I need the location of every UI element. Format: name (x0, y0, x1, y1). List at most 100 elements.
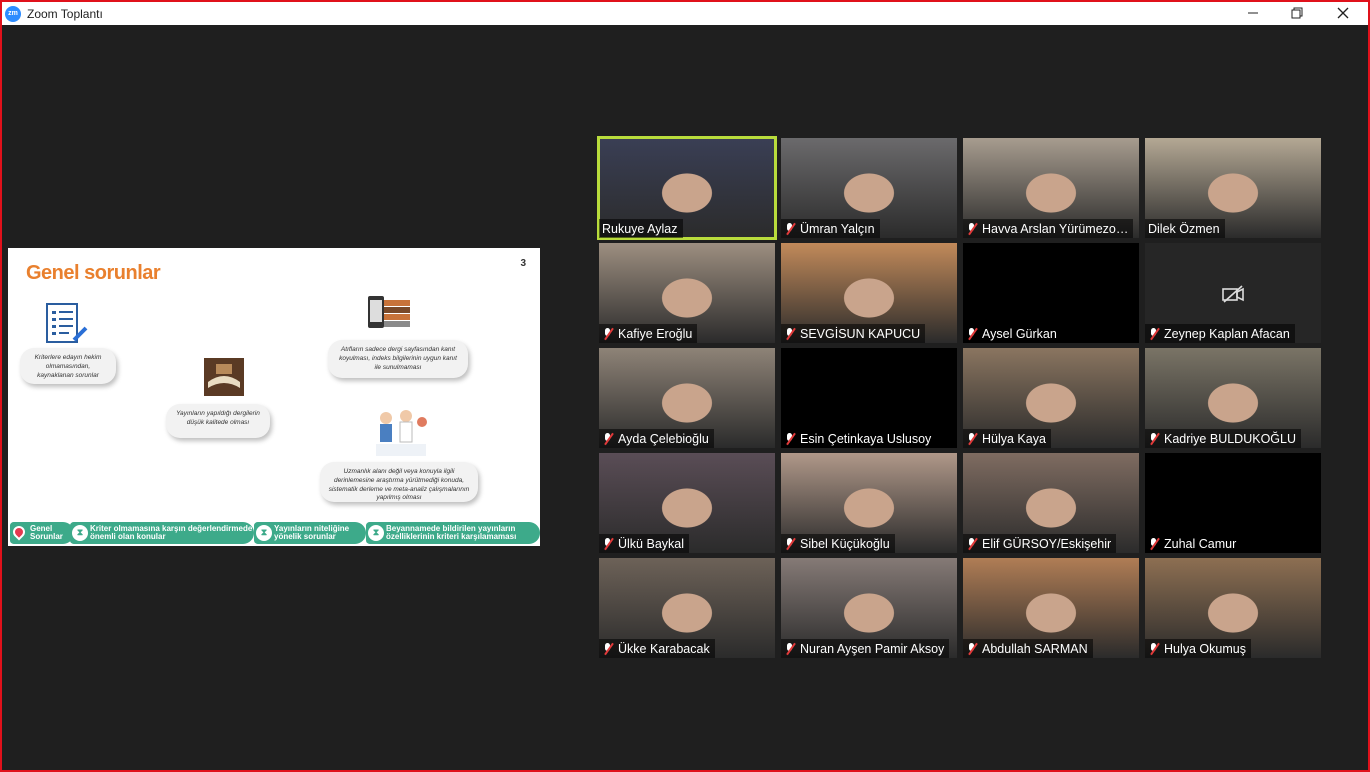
bubble-citations: Atıfların sadece dergi sayfasından kanıt… (328, 340, 468, 378)
muted-mic-icon (602, 432, 614, 445)
participant-tile[interactable]: Nuran Ayşen Pamir Aksoy (781, 558, 957, 658)
participant-name: Hulya Okumuş (1145, 639, 1251, 658)
participant-tile[interactable]: Zeynep Kaplan Afacan (1145, 243, 1321, 343)
participant-tile[interactable]: Ümran Yalçın (781, 138, 957, 238)
participant-tile[interactable]: Hulya Okumuş (1145, 558, 1321, 658)
participant-name: Ümran Yalçın (781, 219, 880, 238)
participant-name: Ükke Karabacak (599, 639, 715, 658)
participant-tile[interactable]: Aysel Gürkan (963, 243, 1139, 343)
participant-name: Rukuye Aylaz (599, 219, 683, 238)
participant-name-text: Havva Arslan Yürümezo… (982, 221, 1129, 236)
footer-chip-criteria: ⧗ Kriter olmamasına karşın değerlendirme… (70, 522, 254, 544)
participant-name-text: Kadriye BULDUKOĞLU (1164, 431, 1296, 446)
muted-mic-icon (966, 222, 978, 235)
participant-name: SEVGİSUN KAPUCU (781, 324, 926, 343)
participant-name-text: Ükke Karabacak (618, 641, 710, 656)
participant-tile[interactable]: Ülkü Baykal (599, 453, 775, 553)
bubble-expertise: Uzmanlık alanı değil veya konuyla ilgili… (320, 462, 478, 502)
participant-name-text: Zeynep Kaplan Afacan (1164, 326, 1290, 341)
muted-mic-icon (784, 432, 796, 445)
books-phone-icon (368, 296, 410, 328)
minimize-button[interactable] (1230, 2, 1276, 24)
participant-name: Elif GÜRSOY/Eskişehir (963, 534, 1117, 553)
muted-mic-icon (966, 432, 978, 445)
participant-name-text: Nuran Ayşen Pamir Aksoy (800, 641, 945, 656)
participant-tile[interactable]: Abdullah SARMAN (963, 558, 1139, 658)
participant-name: Kadriye BULDUKOĞLU (1145, 429, 1301, 448)
participant-name: Sibel Küçükoğlu (781, 534, 895, 553)
muted-mic-icon (966, 327, 978, 340)
participant-name-text: Aysel Gürkan (982, 326, 1057, 341)
close-icon (1337, 7, 1349, 19)
participant-name: Zeynep Kaplan Afacan (1145, 324, 1295, 343)
slide-footer: Genel Sorunlar ⧗ Kriter olmamasına karşı… (8, 520, 540, 546)
participant-tile[interactable]: Havva Arslan Yürümezo… (963, 138, 1139, 238)
participant-tile[interactable]: Ükke Karabacak (599, 558, 775, 658)
participant-name-text: Kafiye Eroğlu (618, 326, 693, 341)
participant-tile[interactable]: Kafiye Eroğlu (599, 243, 775, 343)
muted-mic-icon (1148, 327, 1160, 340)
participant-tile[interactable]: Kadriye BULDUKOĞLU (1145, 348, 1321, 448)
slide-page-number: 3 (520, 258, 526, 269)
location-pin-icon (10, 523, 28, 541)
footer-chip-quality: ⧗ Yayınların niteliğine yönelik sorunlar (254, 522, 366, 544)
participant-name: Kafiye Eroğlu (599, 324, 698, 343)
participant-name-text: Ümran Yalçın (800, 221, 875, 236)
slide-title: Genel sorunlar (26, 262, 161, 284)
participant-name: Zuhal Camur (1145, 534, 1242, 553)
video-off-icon (1222, 285, 1244, 303)
muted-mic-icon (1148, 642, 1160, 655)
participant-tile[interactable]: Elif GÜRSOY/Eskişehir (963, 453, 1139, 553)
participant-name-text: Zuhal Camur (1164, 536, 1237, 551)
participant-name-text: Esin Çetinkaya Uslusoy (800, 431, 932, 446)
participant-name-text: Sibel Küçükoğlu (800, 536, 890, 551)
muted-mic-icon (1148, 537, 1160, 550)
participant-tile[interactable]: SEVGİSUN KAPUCU (781, 243, 957, 343)
open-book-image (204, 358, 244, 396)
participant-tile[interactable]: Zuhal Camur (1145, 453, 1321, 553)
participant-name: Esin Çetinkaya Uslusoy (781, 429, 937, 448)
bubble-criteria: Kriterlere edayın hekim olmamasından, ka… (20, 348, 116, 384)
shared-screen-slide[interactable]: Genel sorunlar 3 Kriterlere edayın hekim… (8, 248, 540, 546)
participant-tile[interactable]: Esin Çetinkaya Uslusoy (781, 348, 957, 448)
participant-tile[interactable]: Rukuye Aylaz (597, 136, 777, 240)
muted-mic-icon (784, 222, 796, 235)
participant-name-text: Ayda Çelebioğlu (618, 431, 709, 446)
participant-name-text: Elif GÜRSOY/Eskişehir (982, 536, 1112, 551)
muted-mic-icon (1148, 432, 1160, 445)
participant-name: Hülya Kaya (963, 429, 1051, 448)
participant-name-text: Rukuye Aylaz (602, 221, 678, 236)
footer-chip-criteria-label: Kriter olmamasına karşın değerlendirmede… (90, 523, 253, 541)
participant-tile[interactable]: Sibel Küçükoğlu (781, 453, 957, 553)
participant-tile[interactable]: Hülya Kaya (963, 348, 1139, 448)
zoom-logo-icon: zm (5, 5, 21, 22)
researchers-illustration (376, 410, 427, 456)
participant-tile[interactable]: Dilek Özmen (1145, 138, 1321, 238)
restore-button[interactable] (1274, 2, 1320, 24)
footer-chip-general: Genel Sorunlar (10, 522, 74, 544)
participant-tile[interactable]: Ayda Çelebioğlu (599, 348, 775, 448)
muted-mic-icon (784, 327, 796, 340)
participant-name-text: Hulya Okumuş (1164, 641, 1246, 656)
muted-mic-icon (602, 642, 614, 655)
participant-name-text: SEVGİSUN KAPUCU (800, 326, 921, 341)
hourglass-icon: ⧗ (256, 525, 272, 541)
footer-chip-quality-label: Yayınların niteliğine yönelik sorunlar (274, 523, 350, 541)
participant-name-text: Ülkü Baykal (618, 536, 684, 551)
footer-chip-general-label: Genel Sorunlar (30, 523, 63, 541)
hourglass-icon: ⧗ (368, 525, 384, 541)
muted-mic-icon (966, 537, 978, 550)
participant-name: Abdullah SARMAN (963, 639, 1093, 658)
muted-mic-icon (602, 537, 614, 550)
muted-mic-icon (784, 537, 796, 550)
close-button[interactable] (1320, 2, 1366, 24)
title-bar[interactable]: zm Zoom Toplantı (2, 2, 1368, 25)
muted-mic-icon (784, 642, 796, 655)
bubble-journals: Yayınların yapıldığı dergilerin düşük ka… (166, 404, 270, 438)
minimize-icon (1248, 12, 1258, 14)
footer-chip-declaration-label: Beyannamede bildirilen yayınların özelli… (386, 523, 517, 541)
muted-mic-icon (602, 327, 614, 340)
participant-name: Ayda Çelebioğlu (599, 429, 714, 448)
footer-chip-declaration: ⧗ Beyannamede bildirilen yayınların özel… (366, 522, 540, 544)
participant-name-text: Dilek Özmen (1148, 221, 1220, 236)
